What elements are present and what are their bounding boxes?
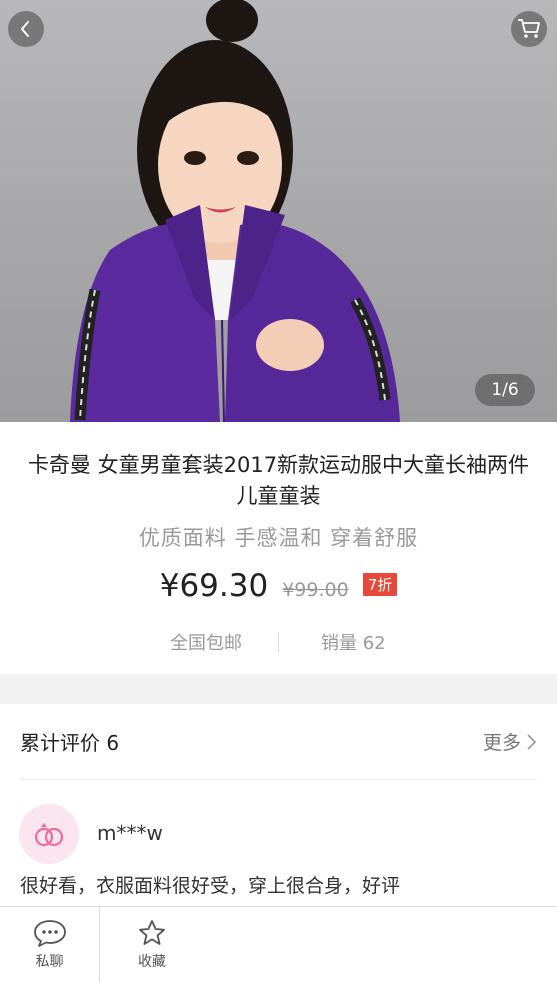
reviews-header: 累计评价 6 更多 (20, 704, 537, 780)
reviews-section: 累计评价 6 更多 m***w 很好看，衣服面料很好受，穿上很合身，好评 (0, 704, 557, 908)
more-reviews-link[interactable]: 更多 (483, 728, 537, 755)
reviews-title: 累计评价 6 (20, 731, 120, 755)
cart-button[interactable] (511, 11, 547, 47)
bottom-action-bar: 私聊 收藏 (0, 906, 557, 982)
more-label: 更多 (482, 732, 521, 754)
favorite-button[interactable]: 收藏 (102, 907, 202, 982)
chat-button[interactable]: 私聊 (0, 907, 100, 982)
cart-icon (518, 19, 540, 38)
star-icon (139, 920, 165, 945)
original-price: ¥99.00 (282, 579, 349, 601)
product-photo (70, 0, 400, 422)
avatar (19, 804, 79, 864)
chat-label: 私聊 (35, 954, 64, 970)
rings-icon (34, 823, 64, 847)
product-info: 卡奇曼 女童男童套装2017新款运动服中大童长袖两件儿童童装 优质面料 手感温和… (0, 422, 557, 674)
chevron-right-icon (527, 733, 537, 750)
chevron-left-icon (21, 21, 29, 37)
product-title: 卡奇曼 女童男童套装2017新款运动服中大童长袖两件儿童童装 (27, 453, 530, 508)
current-price: ¥69.30 (159, 568, 269, 604)
meta-row: 全国包邮 销量 62 (0, 628, 557, 656)
reviewer-name: m***w (97, 821, 163, 845)
sales-count: 销量 62 (321, 633, 386, 654)
chat-bubble-icon (33, 920, 66, 947)
price-row: ¥69.30 ¥99.00 7折 (0, 564, 557, 608)
back-button[interactable] (8, 11, 44, 47)
favorite-label: 收藏 (138, 954, 166, 970)
discount-badge: 7折 (362, 572, 398, 596)
shipping-info: 全国包邮 (170, 633, 242, 654)
review-text: 很好看，衣服面料很好受，穿上很合身，好评 (20, 875, 401, 897)
product-image-carousel[interactable]: 1/6 (0, 0, 557, 422)
product-subtitle: 优质面料 手感温和 穿着舒服 (138, 526, 419, 550)
image-page-indicator: 1/6 (475, 374, 535, 406)
